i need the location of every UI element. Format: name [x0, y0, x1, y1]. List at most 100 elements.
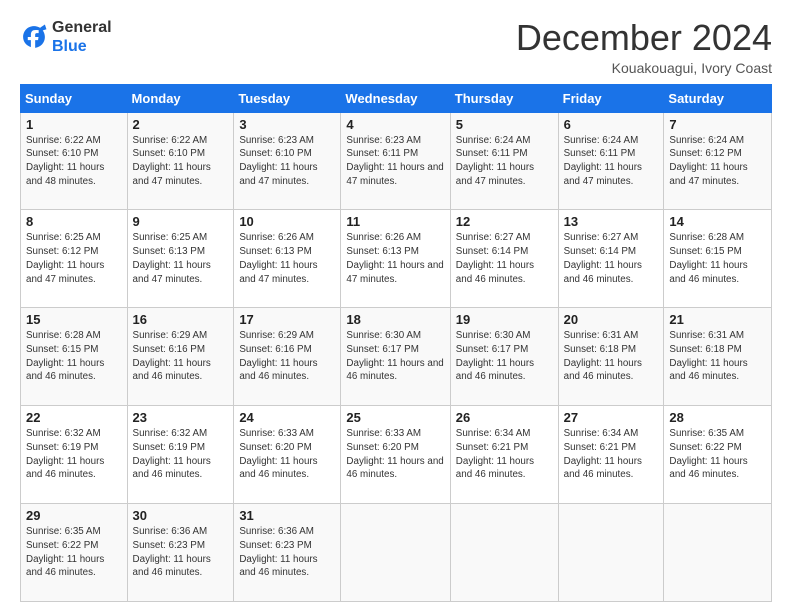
day-number: 5 — [456, 117, 553, 132]
col-sunday: Sunday — [21, 84, 128, 112]
table-row: 16 Sunrise: 6:29 AMSunset: 6:16 PMDaylig… — [127, 308, 234, 406]
day-number: 4 — [346, 117, 444, 132]
table-row — [450, 504, 558, 602]
day-number: 17 — [239, 312, 335, 327]
table-row: 29 Sunrise: 6:35 AMSunset: 6:22 PMDaylig… — [21, 504, 128, 602]
day-info: Sunrise: 6:24 AMSunset: 6:12 PMDaylight:… — [669, 135, 747, 187]
table-row: 13 Sunrise: 6:27 AMSunset: 6:14 PMDaylig… — [558, 210, 664, 308]
day-info: Sunrise: 6:23 AMSunset: 6:11 PMDaylight:… — [346, 135, 443, 187]
day-info: Sunrise: 6:25 AMSunset: 6:13 PMDaylight:… — [133, 232, 211, 284]
day-number: 14 — [669, 214, 766, 229]
day-info: Sunrise: 6:34 AMSunset: 6:21 PMDaylight:… — [456, 428, 534, 480]
table-row: 24 Sunrise: 6:33 AMSunset: 6:20 PMDaylig… — [234, 406, 341, 504]
table-row: 6 Sunrise: 6:24 AMSunset: 6:11 PMDayligh… — [558, 112, 664, 210]
table-row: 2 Sunrise: 6:22 AMSunset: 6:10 PMDayligh… — [127, 112, 234, 210]
table-row: 10 Sunrise: 6:26 AMSunset: 6:13 PMDaylig… — [234, 210, 341, 308]
calendar-week-row: 1 Sunrise: 6:22 AMSunset: 6:10 PMDayligh… — [21, 112, 772, 210]
day-info: Sunrise: 6:31 AMSunset: 6:18 PMDaylight:… — [564, 330, 642, 382]
day-info: Sunrise: 6:33 AMSunset: 6:20 PMDaylight:… — [239, 428, 317, 480]
logo-icon — [20, 23, 48, 51]
table-row: 1 Sunrise: 6:22 AMSunset: 6:10 PMDayligh… — [21, 112, 128, 210]
table-row: 25 Sunrise: 6:33 AMSunset: 6:20 PMDaylig… — [341, 406, 450, 504]
month-title: December 2024 — [516, 18, 772, 58]
day-info: Sunrise: 6:30 AMSunset: 6:17 PMDaylight:… — [456, 330, 534, 382]
table-row: 30 Sunrise: 6:36 AMSunset: 6:23 PMDaylig… — [127, 504, 234, 602]
day-number: 23 — [133, 410, 229, 425]
table-row: 14 Sunrise: 6:28 AMSunset: 6:15 PMDaylig… — [664, 210, 772, 308]
day-info: Sunrise: 6:32 AMSunset: 6:19 PMDaylight:… — [26, 428, 104, 480]
day-info: Sunrise: 6:35 AMSunset: 6:22 PMDaylight:… — [26, 526, 104, 578]
day-number: 24 — [239, 410, 335, 425]
col-friday: Friday — [558, 84, 664, 112]
day-info: Sunrise: 6:33 AMSunset: 6:20 PMDaylight:… — [346, 428, 443, 480]
table-row: 22 Sunrise: 6:32 AMSunset: 6:19 PMDaylig… — [21, 406, 128, 504]
day-info: Sunrise: 6:27 AMSunset: 6:14 PMDaylight:… — [456, 232, 534, 284]
day-number: 2 — [133, 117, 229, 132]
day-number: 7 — [669, 117, 766, 132]
day-info: Sunrise: 6:29 AMSunset: 6:16 PMDaylight:… — [133, 330, 211, 382]
day-info: Sunrise: 6:25 AMSunset: 6:12 PMDaylight:… — [26, 232, 104, 284]
day-info: Sunrise: 6:28 AMSunset: 6:15 PMDaylight:… — [669, 232, 747, 284]
col-thursday: Thursday — [450, 84, 558, 112]
table-row: 12 Sunrise: 6:27 AMSunset: 6:14 PMDaylig… — [450, 210, 558, 308]
day-info: Sunrise: 6:30 AMSunset: 6:17 PMDaylight:… — [346, 330, 443, 382]
table-row: 4 Sunrise: 6:23 AMSunset: 6:11 PMDayligh… — [341, 112, 450, 210]
day-number: 28 — [669, 410, 766, 425]
day-number: 27 — [564, 410, 659, 425]
table-row: 3 Sunrise: 6:23 AMSunset: 6:10 PMDayligh… — [234, 112, 341, 210]
table-row: 5 Sunrise: 6:24 AMSunset: 6:11 PMDayligh… — [450, 112, 558, 210]
calendar-week-row: 15 Sunrise: 6:28 AMSunset: 6:15 PMDaylig… — [21, 308, 772, 406]
table-row: 21 Sunrise: 6:31 AMSunset: 6:18 PMDaylig… — [664, 308, 772, 406]
table-row: 23 Sunrise: 6:32 AMSunset: 6:19 PMDaylig… — [127, 406, 234, 504]
day-info: Sunrise: 6:36 AMSunset: 6:23 PMDaylight:… — [239, 526, 317, 578]
table-row: 11 Sunrise: 6:26 AMSunset: 6:13 PMDaylig… — [341, 210, 450, 308]
col-tuesday: Tuesday — [234, 84, 341, 112]
day-number: 16 — [133, 312, 229, 327]
day-number: 12 — [456, 214, 553, 229]
day-number: 21 — [669, 312, 766, 327]
calendar-week-row: 22 Sunrise: 6:32 AMSunset: 6:19 PMDaylig… — [21, 406, 772, 504]
day-info: Sunrise: 6:36 AMSunset: 6:23 PMDaylight:… — [133, 526, 211, 578]
day-number: 26 — [456, 410, 553, 425]
day-number: 18 — [346, 312, 444, 327]
day-info: Sunrise: 6:35 AMSunset: 6:22 PMDaylight:… — [669, 428, 747, 480]
day-info: Sunrise: 6:23 AMSunset: 6:10 PMDaylight:… — [239, 135, 317, 187]
day-number: 13 — [564, 214, 659, 229]
table-row: 9 Sunrise: 6:25 AMSunset: 6:13 PMDayligh… — [127, 210, 234, 308]
table-row: 8 Sunrise: 6:25 AMSunset: 6:12 PMDayligh… — [21, 210, 128, 308]
day-number: 11 — [346, 214, 444, 229]
table-row — [558, 504, 664, 602]
day-info: Sunrise: 6:22 AMSunset: 6:10 PMDaylight:… — [133, 135, 211, 187]
day-number: 20 — [564, 312, 659, 327]
day-info: Sunrise: 6:22 AMSunset: 6:10 PMDaylight:… — [26, 135, 104, 187]
day-number: 9 — [133, 214, 229, 229]
day-info: Sunrise: 6:32 AMSunset: 6:19 PMDaylight:… — [133, 428, 211, 480]
col-wednesday: Wednesday — [341, 84, 450, 112]
table-row: 17 Sunrise: 6:29 AMSunset: 6:16 PMDaylig… — [234, 308, 341, 406]
calendar-week-row: 8 Sunrise: 6:25 AMSunset: 6:12 PMDayligh… — [21, 210, 772, 308]
table-row — [341, 504, 450, 602]
title-block: December 2024 Kouakouagui, Ivory Coast — [516, 18, 772, 76]
day-info: Sunrise: 6:34 AMSunset: 6:21 PMDaylight:… — [564, 428, 642, 480]
col-saturday: Saturday — [664, 84, 772, 112]
day-number: 29 — [26, 508, 122, 523]
day-number: 6 — [564, 117, 659, 132]
calendar-header-row: Sunday Monday Tuesday Wednesday Thursday… — [21, 84, 772, 112]
calendar-table: Sunday Monday Tuesday Wednesday Thursday… — [20, 84, 772, 602]
table-row: 31 Sunrise: 6:36 AMSunset: 6:23 PMDaylig… — [234, 504, 341, 602]
table-row: 27 Sunrise: 6:34 AMSunset: 6:21 PMDaylig… — [558, 406, 664, 504]
day-number: 25 — [346, 410, 444, 425]
table-row: 26 Sunrise: 6:34 AMSunset: 6:21 PMDaylig… — [450, 406, 558, 504]
page: General Blue December 2024 Kouakouagui, … — [0, 0, 792, 612]
day-info: Sunrise: 6:27 AMSunset: 6:14 PMDaylight:… — [564, 232, 642, 284]
day-info: Sunrise: 6:26 AMSunset: 6:13 PMDaylight:… — [239, 232, 317, 284]
day-info: Sunrise: 6:24 AMSunset: 6:11 PMDaylight:… — [456, 135, 534, 187]
table-row: 15 Sunrise: 6:28 AMSunset: 6:15 PMDaylig… — [21, 308, 128, 406]
location: Kouakouagui, Ivory Coast — [516, 60, 772, 76]
table-row: 28 Sunrise: 6:35 AMSunset: 6:22 PMDaylig… — [664, 406, 772, 504]
table-row: 20 Sunrise: 6:31 AMSunset: 6:18 PMDaylig… — [558, 308, 664, 406]
table-row: 19 Sunrise: 6:30 AMSunset: 6:17 PMDaylig… — [450, 308, 558, 406]
day-info: Sunrise: 6:24 AMSunset: 6:11 PMDaylight:… — [564, 135, 642, 187]
table-row: 18 Sunrise: 6:30 AMSunset: 6:17 PMDaylig… — [341, 308, 450, 406]
col-monday: Monday — [127, 84, 234, 112]
